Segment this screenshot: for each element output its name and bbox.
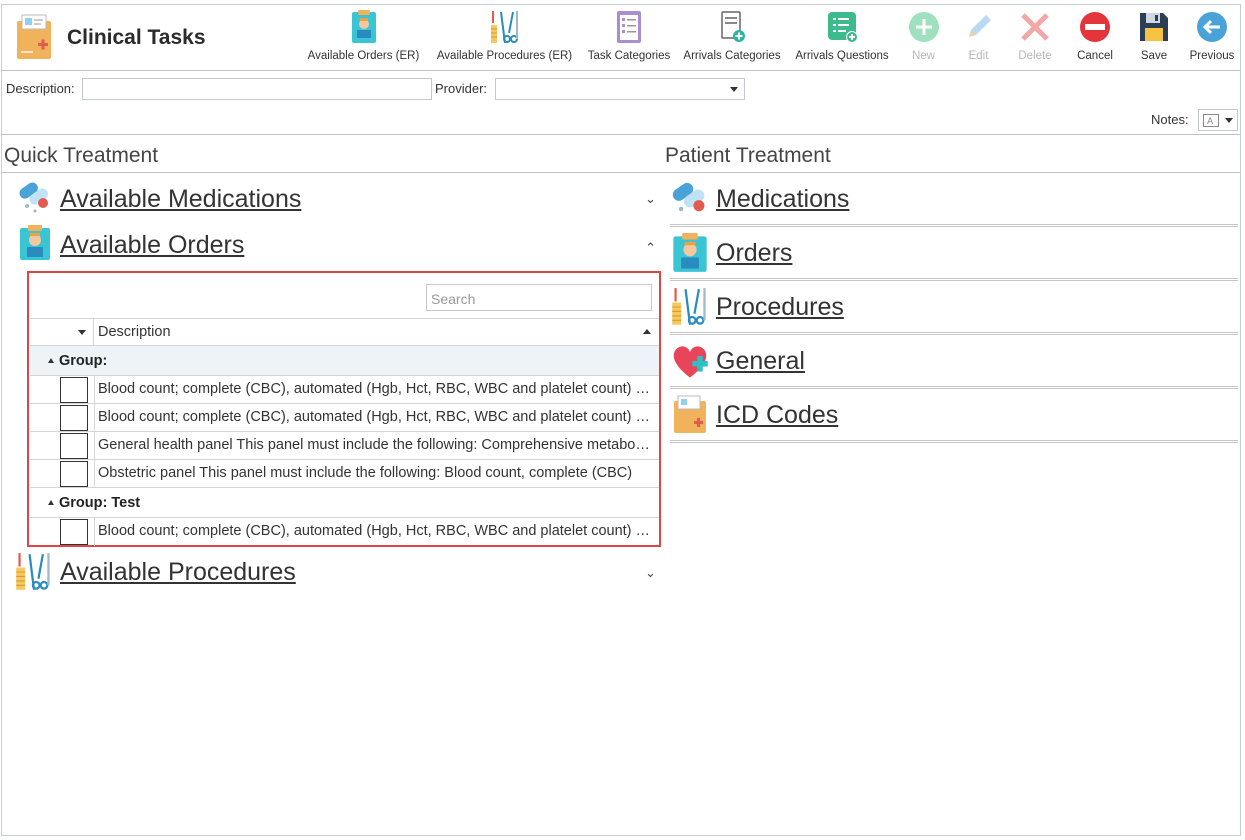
- available-procedures-er-button[interactable]: Available Procedures (ER): [433, 5, 576, 71]
- edit-button[interactable]: Edit: [956, 5, 1001, 71]
- svg-text:A: A: [1207, 117, 1214, 127]
- pills-icon: [19, 182, 48, 213]
- description-column-header[interactable]: Description: [98, 324, 171, 340]
- available-orders-grid: Search Description Group: Blood count; c…: [27, 271, 661, 547]
- search-input[interactable]: Search: [426, 284, 652, 311]
- filter-row: Description: Provider: Notes: A: [2, 71, 1240, 135]
- arrow-left-circle-icon: [1197, 12, 1227, 42]
- text-note-icon: A: [1203, 114, 1219, 127]
- provider-select[interactable]: [495, 78, 745, 100]
- group-row[interactable]: Group:: [30, 346, 659, 376]
- available-medications-section[interactable]: Available Medications: [17, 179, 617, 219]
- no-entry-icon: [1080, 12, 1110, 42]
- row-checkbox[interactable]: [60, 461, 88, 487]
- row-checkbox[interactable]: [60, 519, 88, 545]
- chevron-down-icon[interactable]: ⌄: [645, 566, 656, 581]
- pencil-icon: [968, 15, 991, 37]
- patient-general-section[interactable]: General: [670, 337, 1238, 389]
- patient-procedures-section[interactable]: Procedures: [670, 283, 1238, 335]
- heart-plus-icon: [673, 346, 708, 378]
- delete-button[interactable]: Delete: [1010, 5, 1060, 71]
- document-add-icon: [721, 11, 745, 42]
- checklist-icon: [617, 11, 641, 43]
- header-toolbar: Clinical Tasks Available Orders (ER) Ava…: [2, 5, 1240, 71]
- clinical-tasks-window: Clinical Tasks Available Orders (ER) Ava…: [1, 4, 1241, 836]
- available-procedures-section[interactable]: Available Procedures: [14, 552, 614, 592]
- clipboard-doctor-icon: [20, 225, 50, 260]
- chevron-down-icon: [730, 87, 738, 92]
- table-header: Description: [30, 318, 659, 346]
- notes-dropdown[interactable]: A: [1198, 109, 1238, 131]
- plus-circle-icon: [908, 12, 939, 42]
- collapse-triangle-icon: [48, 500, 54, 505]
- cancel-button[interactable]: Cancel: [1070, 5, 1120, 71]
- app-title: Clinical Tasks: [67, 26, 206, 49]
- task-categories-button[interactable]: Task Categories: [584, 5, 674, 71]
- previous-button[interactable]: Previous: [1186, 5, 1238, 71]
- arrivals-categories-button[interactable]: Arrivals Categories: [679, 5, 785, 71]
- available-orders-er-button[interactable]: Available Orders (ER): [302, 5, 425, 71]
- surgical-instruments-icon: [16, 553, 50, 590]
- surgical-instruments-icon: [672, 288, 706, 325]
- sort-ascending-icon[interactable]: [643, 329, 651, 334]
- table-row[interactable]: Blood count; complete (CBC), automated (…: [30, 404, 659, 432]
- new-button[interactable]: New: [901, 5, 946, 71]
- table-row[interactable]: General health panel This panel must inc…: [30, 432, 659, 460]
- patient-orders-section[interactable]: Orders: [670, 229, 1238, 281]
- surgical-instruments-icon: [490, 11, 518, 44]
- row-checkbox[interactable]: [60, 433, 88, 459]
- chevron-down-icon: [1225, 118, 1233, 123]
- floppy-disk-icon: [1140, 13, 1168, 41]
- clipboard-doctor-icon: [351, 10, 376, 43]
- medical-folder-icon: [17, 14, 51, 59]
- pills-icon: [672, 182, 705, 212]
- patient-medications-section[interactable]: Medications: [670, 175, 1238, 227]
- column-chooser[interactable]: [30, 319, 94, 345]
- description-input[interactable]: [82, 78, 432, 100]
- arrivals-questions-button[interactable]: Arrivals Questions: [789, 5, 895, 71]
- table-row[interactable]: Blood count; complete (CBC), automated (…: [30, 376, 659, 404]
- list-add-icon: [828, 12, 858, 43]
- description-label: Description:: [6, 81, 75, 96]
- clipboard-doctor-icon: [673, 233, 707, 272]
- row-checkbox[interactable]: [60, 405, 88, 431]
- collapse-triangle-icon: [48, 358, 54, 363]
- row-checkbox[interactable]: [60, 377, 88, 403]
- table-row[interactable]: Obstetric panel This panel must include …: [30, 460, 659, 488]
- quick-treatment-title: Quick Treatment: [4, 144, 159, 167]
- group-row[interactable]: Group: Test: [30, 488, 659, 518]
- available-orders-section[interactable]: Available Orders: [17, 225, 617, 265]
- medical-folder-icon: [674, 395, 706, 433]
- notes-label: Notes:: [1151, 112, 1189, 127]
- chevron-up-icon[interactable]: ⌃: [645, 241, 656, 256]
- patient-treatment-title: Patient Treatment: [665, 144, 831, 167]
- section-divider: [2, 172, 1240, 173]
- provider-label: Provider:: [435, 81, 488, 96]
- chevron-down-icon[interactable]: ⌄: [645, 192, 656, 207]
- orders-table: Description Group: Blood count; complete…: [30, 318, 659, 546]
- x-icon: [1021, 13, 1049, 41]
- patient-icd-codes-section[interactable]: ICD Codes: [670, 391, 1238, 443]
- table-row[interactable]: Blood count; complete (CBC), automated (…: [30, 518, 659, 546]
- chevron-down-icon: [78, 330, 86, 335]
- save-button[interactable]: Save: [1130, 5, 1178, 71]
